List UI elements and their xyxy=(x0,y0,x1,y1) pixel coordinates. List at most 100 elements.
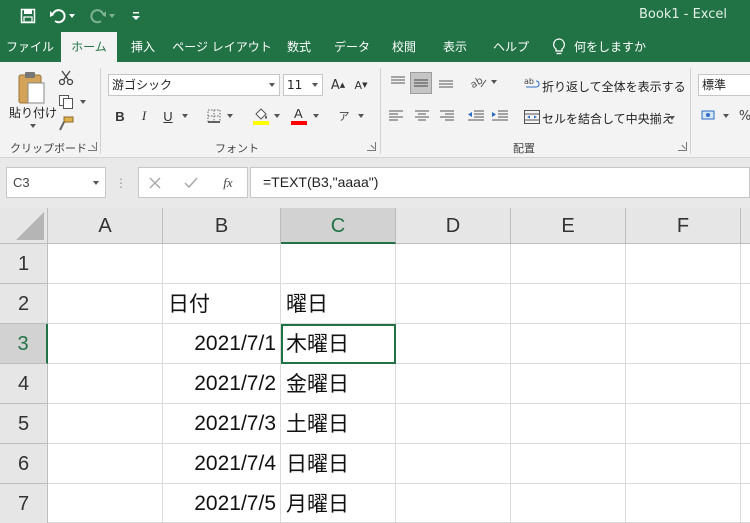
cell-e7[interactable] xyxy=(511,484,626,523)
cell-d7[interactable] xyxy=(396,484,511,523)
tab-file[interactable]: ファイル xyxy=(0,32,60,62)
row-header-5[interactable]: 5 xyxy=(0,404,48,444)
row-header-3[interactable]: 3 xyxy=(0,324,48,364)
cell-c4[interactable]: 金曜日 xyxy=(281,364,396,404)
tab-formulas[interactable]: 数式 xyxy=(276,32,322,62)
column-header-g[interactable] xyxy=(741,208,750,244)
cell-c2[interactable]: 曜日 xyxy=(281,284,396,324)
alignment-launcher-icon[interactable] xyxy=(678,142,687,151)
cell-b6[interactable]: 2021/7/4 xyxy=(163,444,281,484)
font-color-icon[interactable]: A xyxy=(289,104,309,128)
decrease-indent-icon[interactable] xyxy=(466,106,486,126)
cell-g5[interactable] xyxy=(741,404,750,444)
bold-button[interactable]: B xyxy=(112,106,128,126)
cell-c5[interactable]: 土曜日 xyxy=(281,404,396,444)
name-box[interactable]: C3 xyxy=(6,167,106,198)
decrease-font-size-icon[interactable]: A ▼ xyxy=(352,76,370,94)
column-header-f[interactable]: F xyxy=(626,208,741,244)
cell-e5[interactable] xyxy=(511,404,626,444)
cell-c7[interactable]: 月曜日 xyxy=(281,484,396,523)
insert-function-icon[interactable]: fx xyxy=(217,172,239,194)
tab-data[interactable]: データ xyxy=(325,32,379,62)
formula-input[interactable]: =TEXT(B3,"aaaa") xyxy=(250,167,750,198)
accounting-format-icon[interactable] xyxy=(700,106,718,126)
cell-b1[interactable] xyxy=(163,244,281,284)
cell-g4[interactable] xyxy=(741,364,750,404)
cell-c6[interactable]: 日曜日 xyxy=(281,444,396,484)
borders-dropdown-icon[interactable] xyxy=(225,112,235,120)
wrap-text-icon[interactable]: ab xyxy=(523,74,541,92)
cell-d6[interactable] xyxy=(396,444,511,484)
merge-dropdown-icon[interactable] xyxy=(668,114,676,122)
phonetic-guide-icon[interactable]: ア xyxy=(336,106,352,126)
row-header-1[interactable]: 1 xyxy=(0,244,48,284)
cell-e3[interactable] xyxy=(511,324,626,364)
select-all-button[interactable] xyxy=(0,208,48,244)
cell-a4[interactable] xyxy=(48,364,163,404)
cell-d2[interactable] xyxy=(396,284,511,324)
cell-a5[interactable] xyxy=(48,404,163,444)
tab-insert[interactable]: 挿入 xyxy=(118,32,168,62)
undo-icon[interactable] xyxy=(48,6,68,26)
font-name-select[interactable]: 游ゴシック xyxy=(108,74,280,96)
cell-f4[interactable] xyxy=(626,364,741,404)
font-color-dropdown-icon[interactable] xyxy=(311,112,321,120)
cell-b5[interactable]: 2021/7/3 xyxy=(163,404,281,444)
accounting-dropdown-icon[interactable] xyxy=(722,112,730,120)
cell-g7[interactable] xyxy=(741,484,750,523)
borders-icon[interactable] xyxy=(205,106,223,126)
cell-d3[interactable] xyxy=(396,324,511,364)
fill-color-dropdown-icon[interactable] xyxy=(272,112,282,120)
undo-dropdown-icon[interactable] xyxy=(66,6,78,26)
cell-a1[interactable] xyxy=(48,244,163,284)
cell-d1[interactable] xyxy=(396,244,511,284)
cell-b2[interactable]: 日付 xyxy=(163,284,281,324)
tab-view[interactable]: 表示 xyxy=(432,32,478,62)
redo-icon[interactable] xyxy=(88,6,108,26)
percent-style-button[interactable]: % xyxy=(738,106,750,126)
cancel-icon[interactable] xyxy=(145,173,165,193)
row-header-4[interactable]: 4 xyxy=(0,364,48,404)
cell-e1[interactable] xyxy=(511,244,626,284)
orientation-dropdown-icon[interactable] xyxy=(490,78,498,86)
customize-qat-icon[interactable] xyxy=(126,6,146,26)
phonetic-dropdown-icon[interactable] xyxy=(356,112,366,120)
row-header-7[interactable]: 7 xyxy=(0,484,48,523)
align-center-icon[interactable] xyxy=(412,106,432,126)
row-header-2[interactable]: 2 xyxy=(0,284,48,324)
more-options-icon[interactable]: ⋮ xyxy=(115,174,127,192)
row-header-6[interactable]: 6 xyxy=(0,444,48,484)
cell-g1[interactable] xyxy=(741,244,750,284)
save-icon[interactable] xyxy=(18,6,38,26)
cell-e2[interactable] xyxy=(511,284,626,324)
cell-g6[interactable] xyxy=(741,444,750,484)
cell-a3[interactable] xyxy=(48,324,163,364)
align-top-icon[interactable] xyxy=(388,72,408,92)
column-header-b[interactable]: B xyxy=(163,208,281,244)
wrap-text-button[interactable]: 折り返して全体を表示する xyxy=(542,78,686,95)
column-header-c[interactable]: C xyxy=(281,208,396,244)
paste-icon[interactable] xyxy=(12,68,50,108)
cell-g3[interactable] xyxy=(741,324,750,364)
increase-indent-icon[interactable] xyxy=(490,106,510,126)
redo-dropdown-icon[interactable] xyxy=(106,6,118,26)
cell-d4[interactable] xyxy=(396,364,511,404)
align-middle-icon[interactable] xyxy=(410,72,432,94)
cell-f3[interactable] xyxy=(626,324,741,364)
cell-a6[interactable] xyxy=(48,444,163,484)
number-format-select[interactable]: 標準 xyxy=(698,74,750,96)
column-header-a[interactable]: A xyxy=(48,208,163,244)
column-header-e[interactable]: E xyxy=(511,208,626,244)
tab-page-layout[interactable]: ページ レイアウト xyxy=(170,32,274,62)
cell-a7[interactable] xyxy=(48,484,163,523)
cell-f6[interactable] xyxy=(626,444,741,484)
tell-me-search[interactable]: 何をしますか xyxy=(574,32,646,62)
paste-dropdown-icon[interactable] xyxy=(28,122,38,130)
merge-center-icon[interactable] xyxy=(523,108,541,126)
cell-g2[interactable] xyxy=(741,284,750,324)
align-bottom-icon[interactable] xyxy=(436,72,456,92)
cell-e4[interactable] xyxy=(511,364,626,404)
tab-home[interactable]: ホーム xyxy=(61,32,117,62)
underline-dropdown-icon[interactable] xyxy=(180,112,190,120)
lightbulb-icon[interactable] xyxy=(550,32,568,62)
